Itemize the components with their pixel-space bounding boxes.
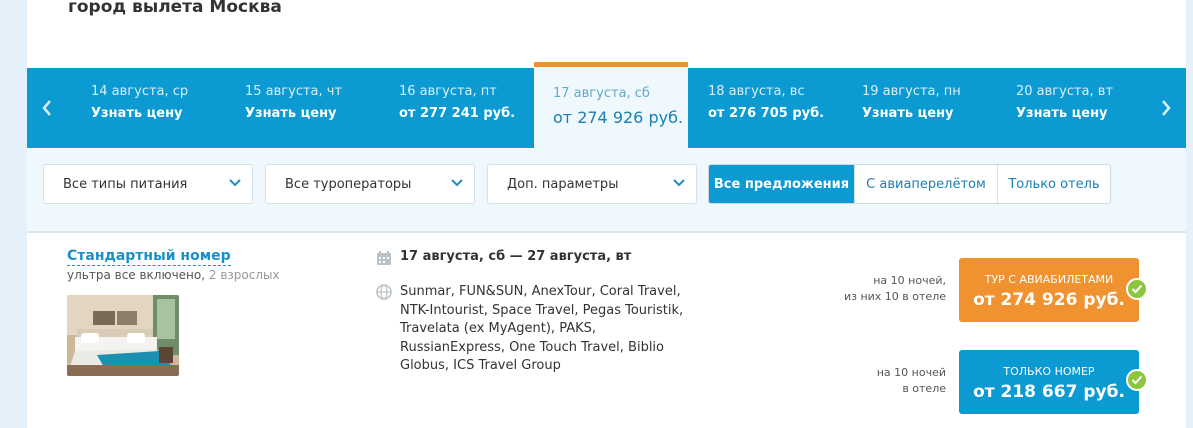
date-label: 20 августа, вт <box>1016 84 1114 99</box>
date-option-aug16[interactable]: 16 августа, пт от 277 241 руб. <box>383 68 533 148</box>
date-price: от 274 926 руб. <box>553 108 684 127</box>
room-only-button[interactable]: ТОЛЬКО НОМЕР от 218 667 руб. <box>959 350 1139 414</box>
checkmark-icon <box>1126 369 1148 391</box>
date-price: Узнать цену <box>245 106 337 121</box>
date-price: Узнать цену <box>1016 106 1108 121</box>
date-label: 17 августа, сб <box>553 86 650 101</box>
date-option-aug18[interactable]: 18 августа, вс от 276 705 руб. <box>690 68 842 148</box>
offer-type-toggle: Все предложения С авиаперелётом Только о… <box>708 164 1111 204</box>
date-option-aug17-selected[interactable]: 17 августа, сб от 274 926 руб. <box>534 62 688 149</box>
tour-price: от 274 926 руб. <box>973 290 1125 310</box>
room-kind-label: ТОЛЬКО НОМЕР <box>1003 365 1095 378</box>
meal-type-value: Все типы питания <box>63 177 188 192</box>
room-nights-line2: в отеле <box>902 382 946 395</box>
room-photo[interactable] <box>67 295 179 376</box>
with-flight-tab[interactable]: С авиаперелётом <box>854 165 997 203</box>
tour-operators-list: Sunmar, FUN&SUN, AnexTour, Coral Travel,… <box>400 284 684 373</box>
room-nights-line1: на 10 ночей <box>876 366 946 379</box>
date-price: Узнать цену <box>91 106 183 121</box>
tour-with-flight-button[interactable]: ТУР С АВИАБИЛЕТАМИ от 274 926 руб. <box>959 258 1139 322</box>
date-option-aug20[interactable]: 20 августа, вт Узнать цену <box>998 68 1146 148</box>
date-label: 15 августа, чт <box>245 84 343 99</box>
tour-nights-line1: на 10 ночей, <box>873 274 946 287</box>
globe-icon <box>376 284 392 300</box>
trip-dates: 17 августа, сб — 27 августа, вт <box>400 249 632 264</box>
date-option-aug14[interactable]: 14 августа, ср Узнать цену <box>75 68 227 148</box>
extra-params-select[interactable]: Доп. параметры <box>487 164 697 204</box>
chevron-down-icon <box>229 179 241 187</box>
room-meta: ультра все включено, 2 взрослых <box>67 268 280 282</box>
date-option-aug15[interactable]: 15 августа, чт Узнать цену <box>229 68 381 148</box>
tour-operators-select[interactable]: Все туроператоры <box>265 164 475 204</box>
room-price: от 218 667 руб. <box>973 382 1125 402</box>
date-option-aug19[interactable]: 19 августа, пн Узнать цену <box>844 68 996 148</box>
date-label: 18 августа, вс <box>708 84 805 99</box>
tour-operators-value: Все туроператоры <box>285 177 412 192</box>
guests-count: 2 взрослых <box>208 268 280 282</box>
hotel-only-tab[interactable]: Только отель <box>997 165 1110 203</box>
date-price: Узнать цену <box>862 106 954 121</box>
date-label: 16 августа, пт <box>399 84 497 99</box>
tour-nights-info: на 10 ночей, из них 10 в отеле <box>844 273 946 305</box>
date-label: 19 августа, пн <box>862 84 961 99</box>
tour-kind-label: ТУР С АВИАБИЛЕТАМИ <box>984 273 1114 286</box>
chevron-down-icon <box>673 179 685 187</box>
tour-nights-line2: из них 10 в отеле <box>843 290 946 303</box>
calendar-icon <box>377 251 391 265</box>
date-label: 14 августа, ср <box>91 84 189 99</box>
date-price: от 277 241 руб. <box>399 106 516 121</box>
chevron-right-icon <box>1162 100 1171 116</box>
room-nights-info: на 10 ночей в отеле <box>877 365 946 397</box>
meal-type-select[interactable]: Все типы питания <box>43 164 253 204</box>
checkmark-icon <box>1126 278 1148 300</box>
chevron-down-icon <box>451 179 463 187</box>
room-name-link[interactable]: Стандартный номер <box>67 248 231 266</box>
meal-plan: ультра все включено, <box>67 268 209 282</box>
date-price: от 276 705 руб. <box>708 106 825 121</box>
prev-dates-button[interactable] <box>27 68 67 148</box>
extra-params-value: Доп. параметры <box>507 177 619 192</box>
next-dates-button[interactable] <box>1146 68 1186 148</box>
page-heading: город вылета Москва <box>68 0 282 17</box>
hotel-room-image <box>67 295 179 376</box>
chevron-left-icon <box>42 100 51 116</box>
all-offers-tab[interactable]: Все предложения <box>709 165 854 203</box>
